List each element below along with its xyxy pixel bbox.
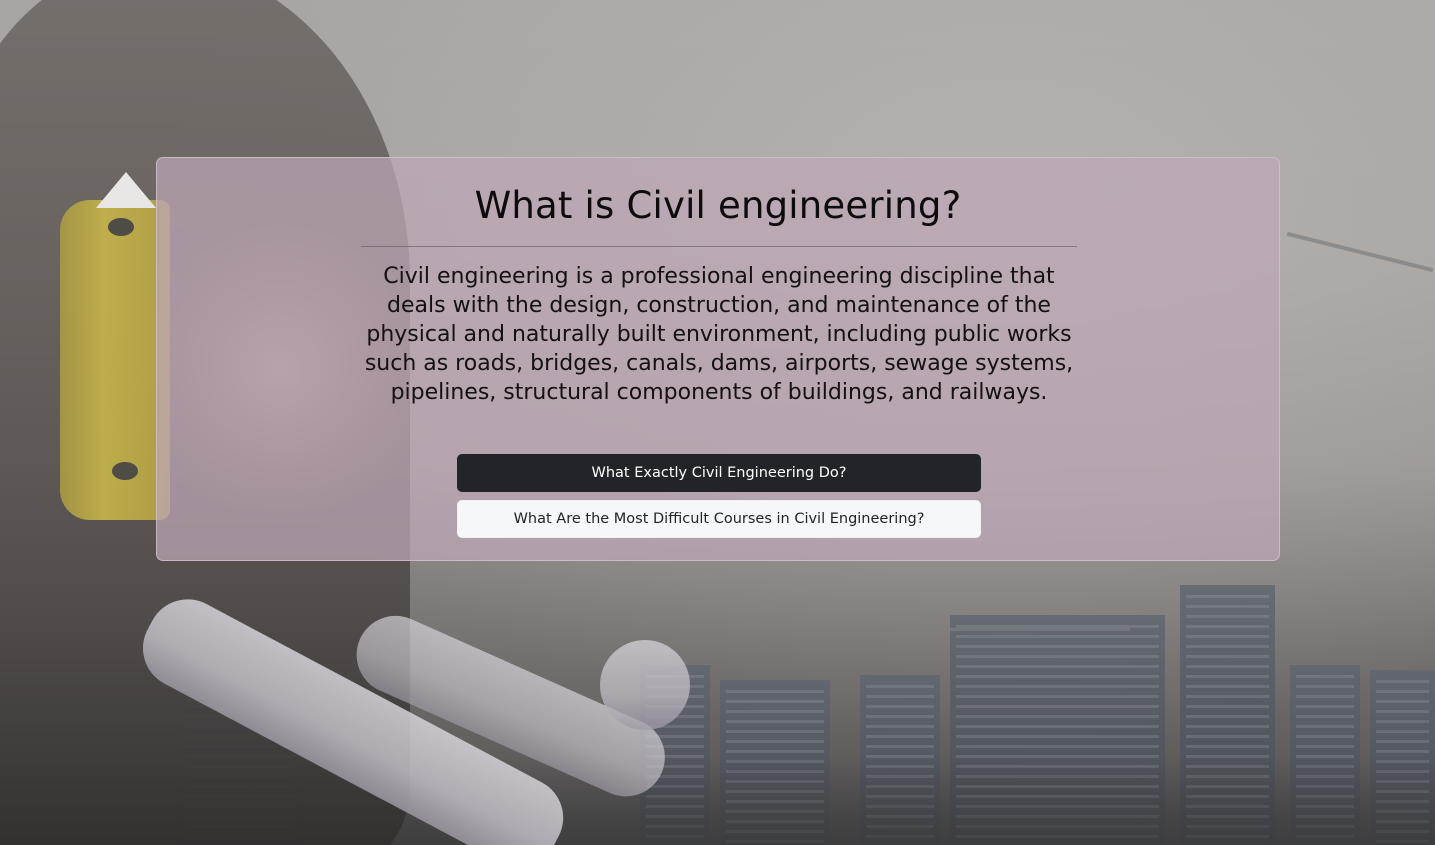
divider: [361, 246, 1077, 247]
description-text: Civil engineering is a professional engi…: [364, 264, 1074, 405]
hard-hat-tip: [96, 172, 156, 208]
hard-hat-rivet: [108, 218, 134, 236]
info-card: What is Civil engineering? Civil enginee…: [156, 157, 1280, 561]
page-title: What is Civil engineering?: [474, 184, 962, 227]
difficult-courses-button[interactable]: What Are the Most Difficult Courses in C…: [457, 500, 981, 538]
crane-arm: [950, 628, 1130, 631]
hard-hat-rivet: [112, 462, 138, 480]
blueprint-roll-end: [600, 640, 690, 730]
what-civil-engineering-does-button[interactable]: What Exactly Civil Engineering Do?: [457, 454, 981, 492]
